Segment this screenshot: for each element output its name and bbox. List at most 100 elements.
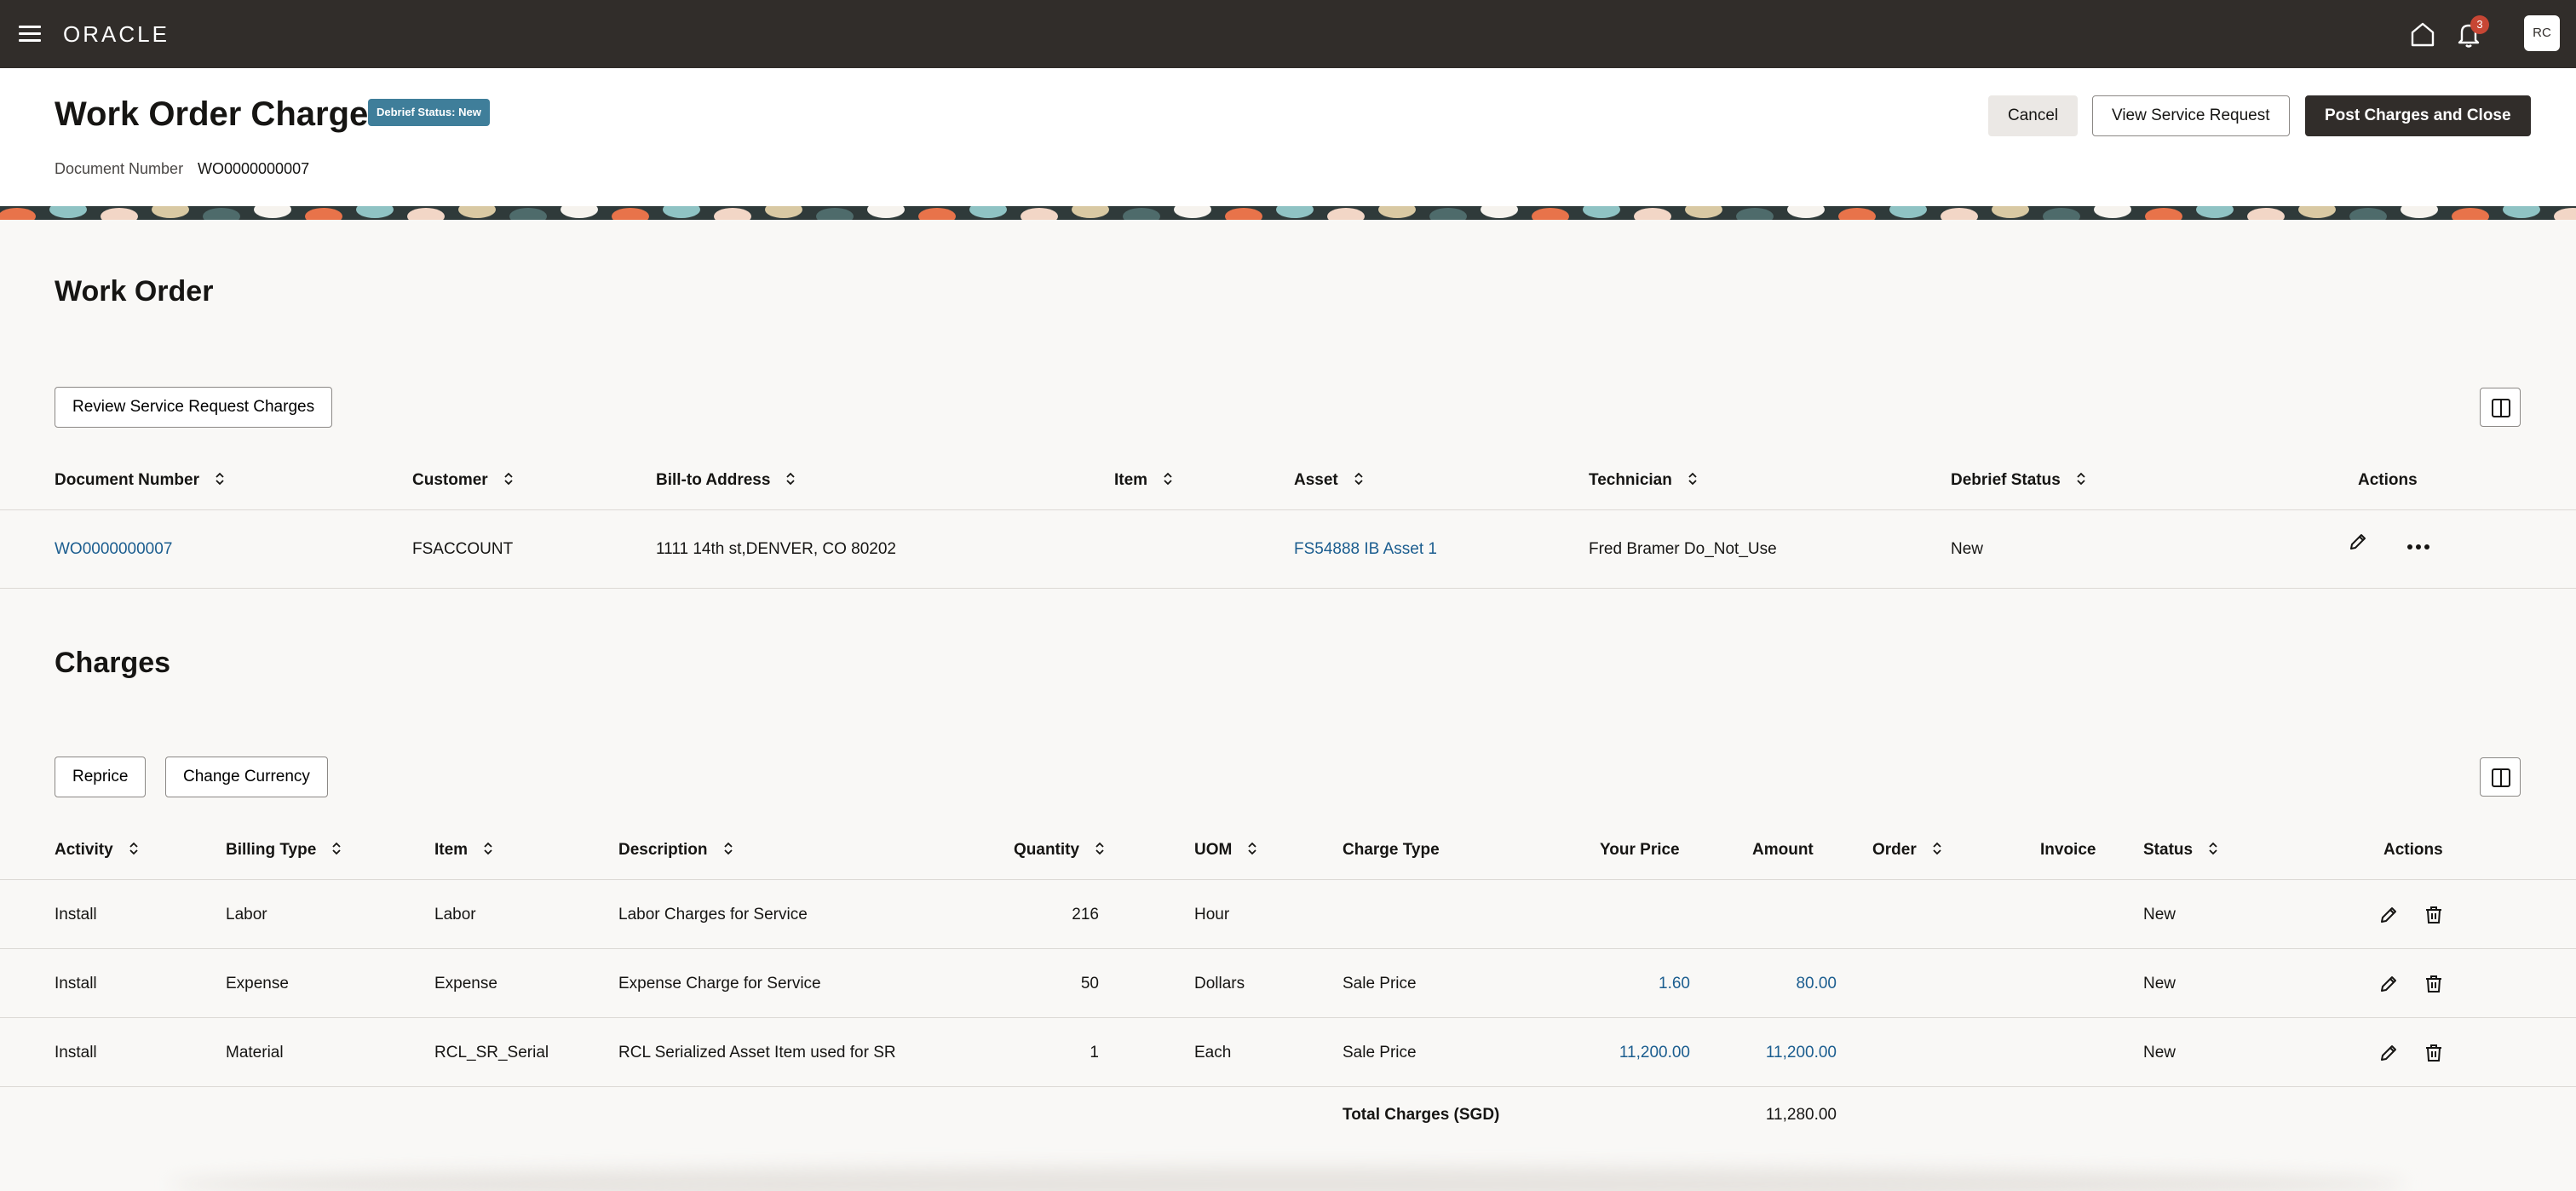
sort-icon[interactable] — [1095, 841, 1105, 856]
reprice-button[interactable]: Reprice — [55, 757, 147, 797]
total-charges-value: 11,280.00 — [1765, 1106, 1837, 1124]
charges-header-5[interactable]: UOM — [1194, 840, 1257, 860]
work-order-header-1[interactable]: Customer — [412, 470, 514, 491]
columns-icon — [2492, 399, 2510, 417]
charge-cell-uom: Dollars — [1194, 975, 1245, 992]
charge-cell-status: New — [2143, 975, 2176, 992]
charge-cell-activity: Install — [55, 1044, 97, 1062]
top-navigation-bar: ORACLE 3 RC — [0, 0, 2576, 68]
customer-cell: FSACCOUNT — [412, 540, 514, 558]
sort-icon[interactable] — [1163, 471, 1173, 486]
charge-cell-description: Labor Charges for Service — [618, 906, 808, 923]
charges-header-0[interactable]: Activity — [55, 840, 139, 860]
divider — [0, 588, 2576, 589]
delete-icon[interactable] — [2420, 970, 2447, 998]
cancel-button[interactable]: Cancel — [1988, 95, 2079, 136]
charge-cell-quantity: 1 — [1090, 1044, 1099, 1062]
charge-cell-charge-type: Sale Price — [1343, 975, 1417, 992]
sort-icon[interactable] — [1354, 471, 1364, 486]
charges-header-7: Your Price — [1600, 841, 1680, 859]
work-order-header-5[interactable]: Technician — [1589, 470, 1698, 491]
delete-icon[interactable] — [2420, 901, 2447, 929]
page-title: Work Order Charges — [55, 95, 388, 133]
bottom-shadow — [170, 1167, 2406, 1191]
divider — [0, 948, 2576, 949]
view-service-request-button[interactable]: View Service Request — [2092, 95, 2290, 136]
sort-icon[interactable] — [2076, 471, 2086, 486]
charge-cell-billing-type: Labor — [226, 906, 267, 923]
work-order-columns-toggle[interactable] — [2480, 388, 2521, 427]
sort-icon[interactable] — [215, 471, 225, 486]
divider — [0, 1086, 2576, 1087]
page-header: Work Order Charges Debrief Status: New D… — [0, 68, 2576, 206]
document-number-value: WO0000000007 — [198, 160, 310, 177]
work-order-header-6[interactable]: Debrief Status — [1951, 470, 2086, 491]
work-order-header-2[interactable]: Bill-to Address — [656, 470, 796, 491]
technician-cell: Fred Bramer Do_Not_Use — [1589, 540, 1777, 558]
charge-cell-billing-type: Material — [226, 1044, 284, 1062]
sort-icon[interactable] — [723, 841, 733, 856]
charges-columns-toggle[interactable] — [2480, 757, 2521, 797]
charges-header-3[interactable]: Description — [618, 840, 733, 860]
charges-header-8: Amount — [1752, 841, 1814, 859]
charges-section-title: Charges — [55, 647, 171, 679]
sort-icon[interactable] — [483, 841, 493, 856]
sort-icon[interactable] — [331, 841, 342, 856]
more-actions-icon[interactable] — [2403, 533, 2430, 561]
charges-header-11[interactable]: Status — [2143, 840, 2218, 860]
columns-icon — [2492, 768, 2510, 787]
oracle-logo[interactable]: ORACLE — [63, 22, 170, 46]
user-avatar[interactable]: RC — [2524, 15, 2560, 51]
document-number-label: Document Number — [55, 160, 184, 177]
notification-count-badge: 3 — [2470, 15, 2489, 34]
debrief-status-cell: New — [1951, 540, 1984, 558]
work-order-header-3[interactable]: Item — [1114, 470, 1173, 491]
post-charges-and-close-button[interactable]: Post Charges and Close — [2305, 95, 2531, 136]
review-service-request-charges-button[interactable]: Review Service Request Charges — [55, 387, 333, 428]
sort-icon[interactable] — [2208, 841, 2218, 856]
charge-cell-description: RCL Serialized Asset Item used for SR — [618, 1044, 896, 1062]
delete-icon[interactable] — [2420, 1039, 2447, 1067]
bill-to-address-cell: 1111 14th st,DENVER, CO 80202 — [656, 540, 896, 558]
divider — [0, 509, 2576, 510]
change-currency-button[interactable]: Change Currency — [165, 757, 328, 797]
charge-cell-status: New — [2143, 906, 2176, 923]
sort-icon[interactable] — [1932, 841, 1942, 856]
home-icon[interactable] — [2407, 19, 2438, 49]
charge-cell-amount[interactable]: 80.00 — [1704, 974, 1837, 994]
charge-cell-your-price[interactable]: 1.60 — [1584, 974, 1690, 994]
charge-cell-your-price[interactable]: 11,200.00 — [1584, 1043, 1690, 1063]
charge-cell-status: New — [2143, 1044, 2176, 1062]
sort-icon[interactable] — [785, 471, 796, 486]
sort-icon[interactable] — [1247, 841, 1257, 856]
charges-header-9[interactable]: Order — [1872, 840, 1942, 860]
edit-icon[interactable] — [2344, 528, 2372, 555]
sort-icon[interactable] — [503, 471, 514, 486]
charge-cell-activity: Install — [55, 975, 97, 992]
sort-icon[interactable] — [1688, 471, 1698, 486]
edit-icon[interactable] — [2375, 901, 2402, 929]
menu-icon[interactable] — [17, 20, 44, 48]
charge-cell-amount[interactable]: 11,200.00 — [1704, 1043, 1837, 1063]
charges-header-4[interactable]: Quantity — [1014, 840, 1105, 860]
total-charges-label: Total Charges (SGD) — [1343, 1106, 1500, 1124]
charges-header-2[interactable]: Item — [434, 840, 493, 860]
charge-cell-quantity: 216 — [1072, 906, 1099, 923]
charge-cell-uom: Each — [1194, 1044, 1232, 1062]
asset-link[interactable]: FS54888 IB Asset 1 — [1294, 539, 1437, 560]
charge-cell-charge-type: Sale Price — [1343, 1044, 1417, 1062]
charges-header-12: Actions — [2383, 841, 2443, 859]
charges-header-10: Invoice — [2040, 841, 2096, 859]
work-order-document-link[interactable]: WO0000000007 — [55, 539, 172, 560]
edit-icon[interactable] — [2375, 970, 2402, 998]
charges-header-1[interactable]: Billing Type — [226, 840, 342, 860]
charge-cell-quantity: 50 — [1080, 975, 1099, 992]
charge-cell-uom: Hour — [1194, 906, 1230, 923]
charge-cell-item: RCL_SR_Serial — [434, 1044, 549, 1062]
sort-icon[interactable] — [129, 841, 139, 856]
work-order-section-title: Work Order — [55, 275, 214, 308]
work-order-header-0[interactable]: Document Number — [55, 470, 225, 491]
charge-cell-billing-type: Expense — [226, 975, 289, 992]
edit-icon[interactable] — [2375, 1039, 2402, 1067]
work-order-header-4[interactable]: Asset — [1294, 470, 1364, 491]
